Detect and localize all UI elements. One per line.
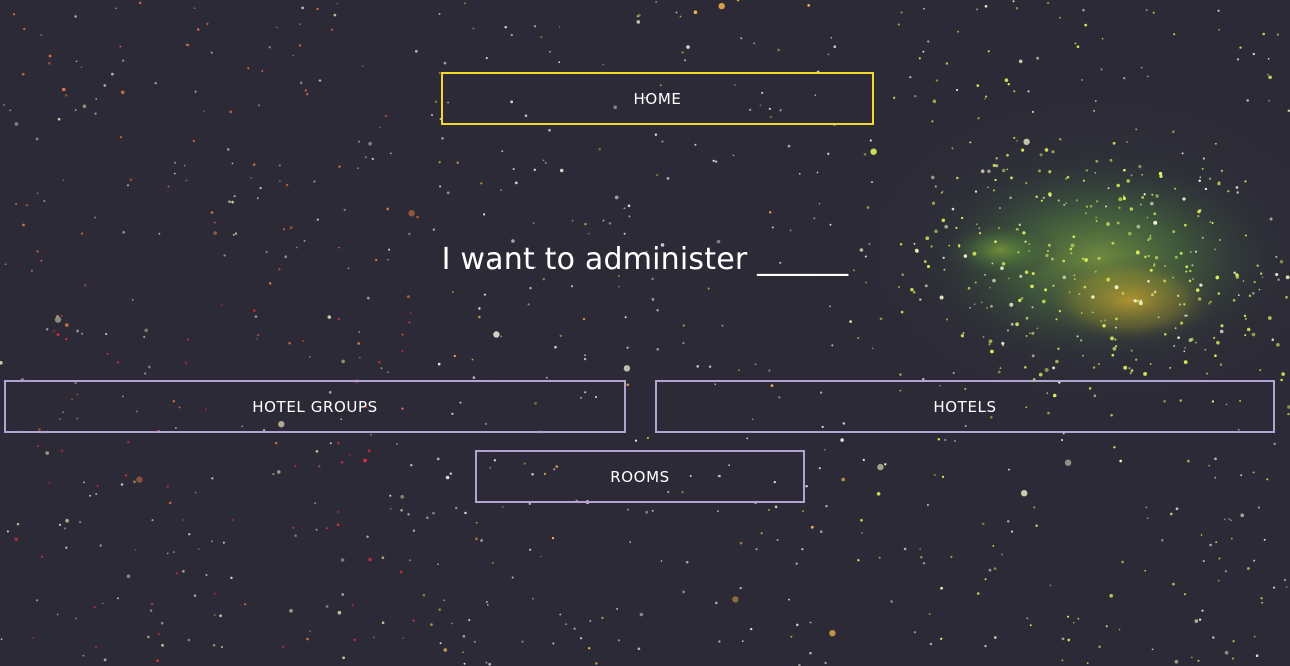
- hotels-button-label: HOTELS: [933, 397, 997, 416]
- rooms-button[interactable]: ROOMS: [475, 450, 805, 503]
- hotel-groups-button-label: HOTEL GROUPS: [252, 397, 378, 416]
- rooms-button-label: ROOMS: [610, 467, 670, 486]
- page-headline: I want to administer ______: [441, 242, 849, 277]
- home-button-label: HOME: [633, 89, 682, 108]
- hotel-groups-button[interactable]: HOTEL GROUPS: [4, 380, 626, 433]
- hotels-button[interactable]: HOTELS: [655, 380, 1275, 433]
- home-button[interactable]: HOME: [441, 72, 874, 125]
